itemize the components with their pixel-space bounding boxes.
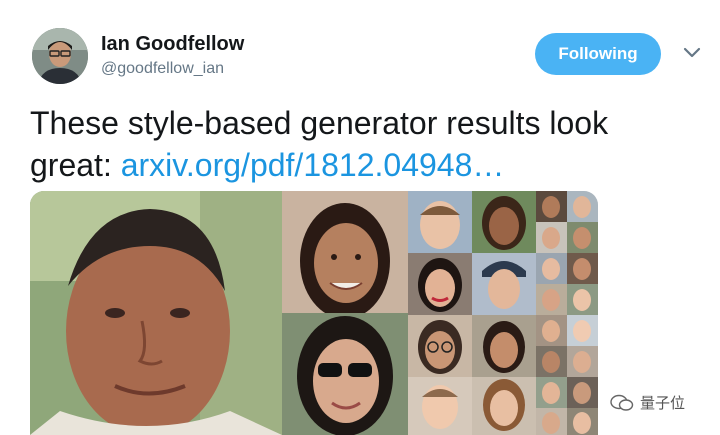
author-name[interactable]: Ian Goodfellow bbox=[101, 33, 244, 56]
watermark-text: 量子位 bbox=[640, 395, 686, 412]
avatar-icon bbox=[32, 28, 88, 84]
generated-faces-grid-image bbox=[30, 191, 598, 435]
author-avatar[interactable] bbox=[32, 28, 88, 84]
author-handle[interactable]: @goodfellow_ian bbox=[101, 60, 224, 78]
tweet-link[interactable]: arxiv.org/pdf/1812.04948… bbox=[121, 147, 505, 183]
tweet-media[interactable] bbox=[30, 191, 598, 435]
chevron-down-icon[interactable] bbox=[683, 46, 701, 60]
wechat-icon bbox=[610, 394, 634, 411]
tweet-text: These style-based generator results look… bbox=[30, 102, 690, 186]
watermark: 量子位 bbox=[610, 392, 685, 413]
following-button[interactable]: Following bbox=[535, 33, 661, 75]
